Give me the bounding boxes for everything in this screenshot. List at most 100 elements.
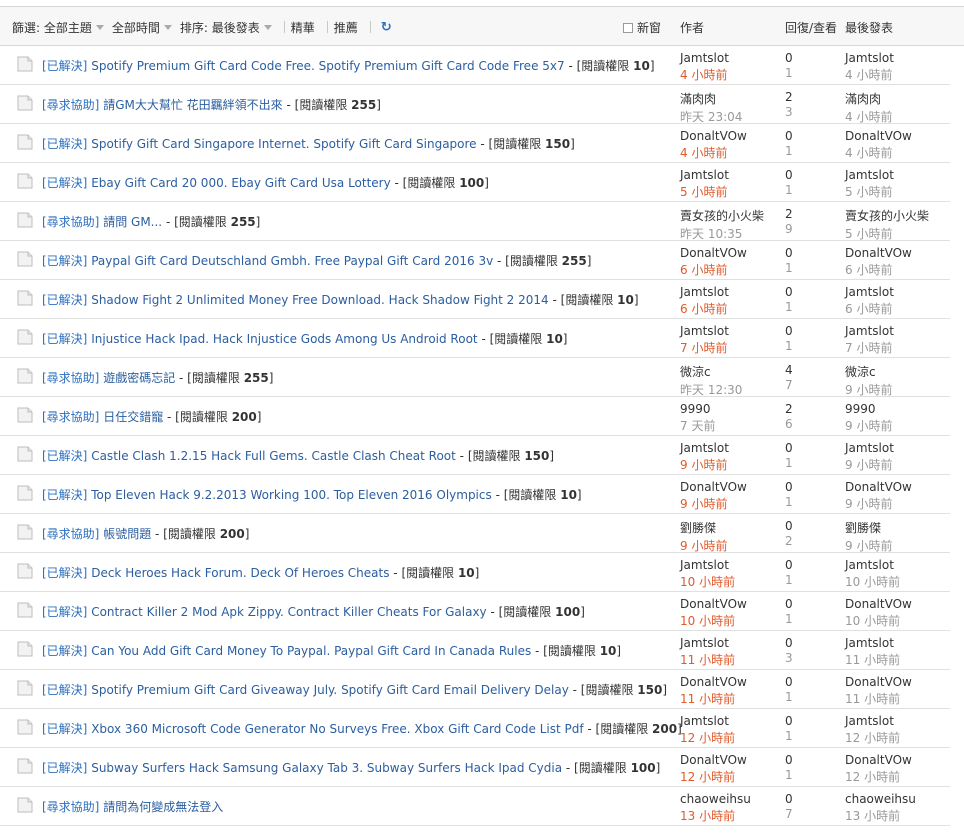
last-poster-link[interactable]: 9990: [845, 402, 955, 416]
thread-document-icon[interactable]: [16, 758, 34, 774]
thread-subject-link[interactable]: Shadow Fight 2 Unlimited Money Free Down…: [91, 293, 548, 307]
last-post-time-link[interactable]: 4 小時前: [845, 108, 955, 125]
author-name-link[interactable]: 滿肉肉: [680, 90, 780, 107]
author-name-link[interactable]: 賣女孩的小火柴: [680, 207, 780, 224]
thread-document-icon[interactable]: [16, 524, 34, 540]
thread-type-tag[interactable]: [尋求協助]: [42, 98, 99, 112]
last-post-time-link[interactable]: 11 小時前: [845, 690, 955, 707]
thread-document-icon[interactable]: [16, 407, 34, 423]
thread-document-icon[interactable]: [16, 797, 34, 813]
last-poster-link[interactable]: DonaltVOw: [845, 753, 955, 767]
thread-type-tag[interactable]: [已解決]: [42, 605, 87, 619]
thread-type-tag[interactable]: [已解決]: [42, 176, 87, 190]
last-post-time-link[interactable]: 10 小時前: [845, 612, 955, 629]
last-post-time-link[interactable]: 6 小時前: [845, 261, 955, 278]
author-name-link[interactable]: Jamtslot: [680, 558, 780, 572]
author-name-link[interactable]: Jamtslot: [680, 51, 780, 65]
thread-type-tag[interactable]: [已解決]: [42, 683, 87, 697]
last-post-time-link[interactable]: 9 小時前: [845, 495, 955, 512]
thread-document-icon[interactable]: [16, 329, 34, 345]
last-poster-link[interactable]: 滿肉肉: [845, 90, 955, 107]
thread-type-tag[interactable]: [已解決]: [42, 488, 87, 502]
author-name-link[interactable]: Jamtslot: [680, 285, 780, 299]
thread-type-tag[interactable]: [已解決]: [42, 722, 87, 736]
thread-type-tag[interactable]: [尋求協助]: [42, 800, 99, 814]
thread-subject-link[interactable]: Contract Killer 2 Mod Apk Zippy. Contrac…: [91, 605, 486, 619]
author-name-link[interactable]: Jamtslot: [680, 441, 780, 455]
thread-type-tag[interactable]: [尋求協助]: [42, 215, 99, 229]
thread-document-icon[interactable]: [16, 368, 34, 384]
thread-subject-link[interactable]: Spotify Gift Card Singapore Internet. Sp…: [91, 137, 476, 151]
author-name-link[interactable]: Jamtslot: [680, 168, 780, 182]
thread-subject-link[interactable]: Xbox 360 Microsoft Code Generator No Sur…: [91, 722, 583, 736]
author-name-link[interactable]: DonaltVOw: [680, 480, 780, 494]
sort-dropdown[interactable]: 排序: 最後發表: [180, 19, 272, 36]
thread-subject-link[interactable]: 帳號問題: [103, 527, 151, 541]
thread-document-icon[interactable]: [16, 485, 34, 501]
author-name-link[interactable]: chaoweihsu: [680, 792, 780, 806]
author-name-link[interactable]: Jamtslot: [680, 636, 780, 650]
last-post-time-link[interactable]: 6 小時前: [845, 300, 955, 317]
time-filter-dropdown[interactable]: 全部時間: [112, 19, 172, 36]
last-post-time-link[interactable]: 12 小時前: [845, 768, 955, 785]
last-post-time-link[interactable]: 13 小時前: [845, 807, 955, 824]
last-poster-link[interactable]: chaoweihsu: [845, 792, 955, 806]
thread-document-icon[interactable]: [16, 563, 34, 579]
last-post-time-link[interactable]: 10 小時前: [845, 573, 955, 590]
thread-type-tag[interactable]: [已解決]: [42, 293, 87, 307]
thread-type-tag[interactable]: [尋求協助]: [42, 527, 99, 541]
last-post-time-link[interactable]: 9 小時前: [845, 456, 955, 473]
thread-type-tag[interactable]: [已解決]: [42, 566, 87, 580]
last-post-time-link[interactable]: 4 小時前: [845, 144, 955, 161]
last-post-time-link[interactable]: 5 小時前: [845, 183, 955, 200]
thread-subject-link[interactable]: 請問 GM...: [103, 215, 162, 229]
refresh-icon[interactable]: ↻: [381, 20, 392, 35]
thread-subject-link[interactable]: Subway Surfers Hack Samsung Galaxy Tab 3…: [91, 761, 562, 775]
last-poster-link[interactable]: 劉勝傑: [845, 519, 955, 536]
scrollbar[interactable]: [952, 46, 964, 833]
thread-subject-link[interactable]: Spotify Premium Gift Card Code Free. Spo…: [91, 59, 564, 73]
thread-document-icon[interactable]: [16, 173, 34, 189]
thread-document-icon[interactable]: [16, 446, 34, 462]
author-name-link[interactable]: DonaltVOw: [680, 753, 780, 767]
thread-subject-link[interactable]: Castle Clash 1.2.15 Hack Full Gems. Cast…: [91, 449, 456, 463]
author-name-link[interactable]: Jamtslot: [680, 324, 780, 338]
thread-document-icon[interactable]: [16, 680, 34, 696]
last-poster-link[interactable]: Jamtslot: [845, 51, 955, 65]
last-poster-link[interactable]: Jamtslot: [845, 636, 955, 650]
author-name-link[interactable]: 劉勝傑: [680, 519, 780, 536]
last-poster-link[interactable]: Jamtslot: [845, 168, 955, 182]
last-post-time-link[interactable]: 5 小時前: [845, 225, 955, 242]
new-window-checkbox[interactable]: [623, 22, 633, 33]
thread-subject-link[interactable]: Deck Heroes Hack Forum. Deck Of Heroes C…: [91, 566, 389, 580]
thread-subject-link[interactable]: Ebay Gift Card 20 000. Ebay Gift Card Us…: [91, 176, 391, 190]
last-post-time-link[interactable]: 9 小時前: [845, 381, 955, 398]
thread-document-icon[interactable]: [16, 56, 34, 72]
author-name-link[interactable]: Jamtslot: [680, 714, 780, 728]
thread-subject-link[interactable]: 日任交錯寵: [103, 410, 163, 424]
thread-type-tag[interactable]: [已解決]: [42, 254, 87, 268]
thread-type-tag[interactable]: [已解決]: [42, 137, 87, 151]
last-poster-link[interactable]: DonaltVOw: [845, 129, 955, 143]
thread-document-icon[interactable]: [16, 602, 34, 618]
thread-type-tag[interactable]: [已解決]: [42, 644, 87, 658]
last-poster-link[interactable]: Jamtslot: [845, 558, 955, 572]
last-poster-link[interactable]: Jamtslot: [845, 441, 955, 455]
thread-type-tag[interactable]: [尋求協助]: [42, 410, 99, 424]
thread-subject-link[interactable]: 請GM大大幫忙 花田羈絆領不出來: [103, 98, 282, 112]
last-poster-link[interactable]: Jamtslot: [845, 285, 955, 299]
last-post-time-link[interactable]: 12 小時前: [845, 729, 955, 746]
last-poster-link[interactable]: DonaltVOw: [845, 480, 955, 494]
thread-document-icon[interactable]: [16, 95, 34, 111]
recommend-filter-link[interactable]: 推薦: [334, 19, 358, 36]
last-post-time-link[interactable]: 4 小時前: [845, 66, 955, 83]
thread-type-tag[interactable]: [尋求協助]: [42, 371, 99, 385]
thread-subject-link[interactable]: 請問為何變成無法登入: [103, 800, 223, 814]
thread-document-icon[interactable]: [16, 134, 34, 150]
last-post-time-link[interactable]: 9 小時前: [845, 417, 955, 434]
author-name-link[interactable]: 9990: [680, 402, 780, 416]
last-poster-link[interactable]: DonaltVOw: [845, 246, 955, 260]
thread-type-tag[interactable]: [已解決]: [42, 449, 87, 463]
last-poster-link[interactable]: Jamtslot: [845, 324, 955, 338]
author-name-link[interactable]: DonaltVOw: [680, 129, 780, 143]
